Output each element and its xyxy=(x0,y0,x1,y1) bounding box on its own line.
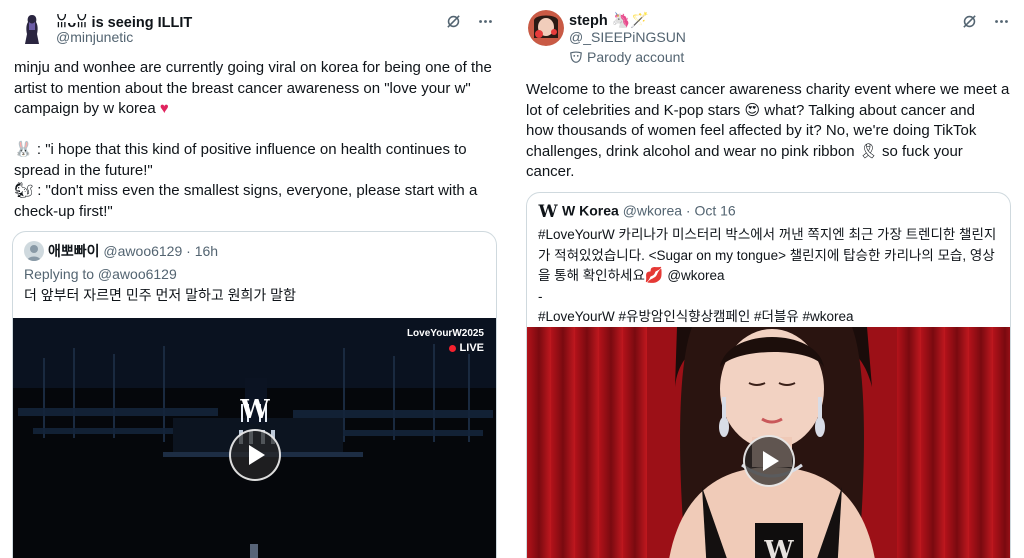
text-line: 가 적혀있었습니다. <Sugar on my tongue> 챌린지에 탑승한… xyxy=(538,247,995,263)
text-line: #LoveYourW 카리나가 미스터리 박스에서 꺼낸 쪽지엔 최근 가장 트… xyxy=(538,227,997,242)
wand-emoji: 🪄 xyxy=(630,12,650,29)
unicorn-emoji: 🦄 xyxy=(611,12,631,29)
tweet-header: steph 🦄🪄 @_SIEEPiNGSUN xyxy=(516,8,1024,52)
w-logo-icon: W xyxy=(537,201,558,222)
live-dot xyxy=(448,344,456,352)
mention-link[interactable]: @wkorea xyxy=(667,268,724,283)
tweet-header: ꈍᴗꈍ is seeing ILLIT @minjunetic xyxy=(0,8,508,52)
svg-text:W: W xyxy=(538,202,558,221)
grok-icon[interactable] xyxy=(444,12,462,30)
text-span: 을 통해 확인하세요 xyxy=(538,268,645,283)
ribbon-emoji: 🎗 xyxy=(858,142,878,160)
handle[interactable]: @minjunetic xyxy=(56,29,133,45)
parody-label: Parody account xyxy=(569,49,684,65)
svg-text:W: W xyxy=(239,395,270,425)
text-line: Welcome to the breast cancer awareness c… xyxy=(526,81,1010,98)
text-span: campaign by w korea xyxy=(14,100,156,117)
header-actions xyxy=(444,12,494,30)
text-span: so fuck your xyxy=(881,142,963,160)
display-name[interactable]: ꈍᴗꈍ is seeing ILLIT xyxy=(56,11,192,31)
play-icon xyxy=(249,445,265,465)
display-name-text: steph xyxy=(569,13,608,29)
avatar[interactable] xyxy=(14,10,50,46)
play-icon xyxy=(763,451,779,471)
text-line: lot of celebrities and K-pop stars 😍 wha… xyxy=(526,101,1009,122)
quoted-avatar xyxy=(24,241,44,262)
text-line: artist to mention about the breast cance… xyxy=(14,79,471,97)
avatar[interactable] xyxy=(528,10,564,46)
quoted-body: 더 앞부터 자르면 민주 먼저 말하고 원희가 말함 xyxy=(24,286,296,303)
play-button[interactable] xyxy=(229,429,281,481)
text-line: spread in the future!" xyxy=(14,161,153,179)
text-line: #LoveYourW #유방암인식향상캠페인 #더블유 #wkorea xyxy=(538,309,854,324)
handle[interactable]: @_SIEEPiNGSUN xyxy=(569,29,686,45)
text-line: 🐿 : "don't miss even the smallest signs,… xyxy=(14,181,492,202)
more-icon[interactable] xyxy=(992,12,1010,30)
quoted-tweet[interactable]: 애뽀빠이 @awoo6129 · 16h Replying to @awoo61… xyxy=(12,231,497,558)
text-span: lot of celebrities and K-pop stars xyxy=(526,101,741,119)
tweet-right[interactable]: steph 🦄🪄 @_SIEEPiNGSUN Parody account We… xyxy=(516,0,1024,558)
squirrel-emoji: 🐿 xyxy=(14,182,34,199)
quoted-text: #LoveYourW 카리나가 미스터리 박스에서 꺼낸 쪽지엔 최근 가장 트… xyxy=(538,225,996,328)
grok-icon[interactable] xyxy=(960,12,978,30)
text-span: what? Talking about cancer and xyxy=(764,101,975,119)
video-player[interactable]: W LoveYourW2025 LIVE xyxy=(13,318,496,558)
heart-eyes-emoji: 😍 xyxy=(744,101,761,119)
text-line: campaign by w korea ♥ xyxy=(14,99,492,120)
text-line: 을 통해 확인하세요💋 @wkorea xyxy=(538,266,996,287)
rabbit-emoji: 🐰 xyxy=(14,141,33,158)
header-actions xyxy=(960,12,1010,30)
text-line: minju and wonhee are currently going vir… xyxy=(14,59,492,76)
lips-emoji: 💋 xyxy=(644,267,664,284)
live-label: LIVE xyxy=(459,342,484,354)
text-span: challenges, drink alcohol and wear no pi… xyxy=(526,142,855,160)
svg-text:W: W xyxy=(763,536,794,558)
replying-to[interactable]: Replying to @awoo6129 xyxy=(24,264,296,285)
more-icon[interactable] xyxy=(476,12,494,30)
quoted-text: Replying to @awoo6129 더 앞부터 자르면 민주 먼저 말하… xyxy=(24,264,296,305)
divider xyxy=(508,0,516,558)
video-player[interactable]: W xyxy=(527,327,1010,558)
parody-mask-icon xyxy=(570,51,582,63)
tweet-left[interactable]: ꈍᴗꈍ is seeing ILLIT @minjunetic minju an… xyxy=(0,0,508,558)
tweet-text: minju and wonhee are currently going vir… xyxy=(14,58,492,222)
quoted-header: W W Korea @wkorea · Oct 16 xyxy=(537,201,1000,222)
heart-emoji: ♥ xyxy=(159,100,169,117)
quoted-name[interactable]: W Korea xyxy=(562,203,619,219)
parody-text: Parody account xyxy=(587,49,685,65)
play-button[interactable] xyxy=(743,435,795,487)
text-span: : "don't miss even the smallest signs, e… xyxy=(37,182,478,199)
quoted-tweet[interactable]: W W Korea @wkorea · Oct 16 #LoveYourW 카리… xyxy=(526,192,1011,558)
text-span: : "i hope that this kind of positive inf… xyxy=(36,141,467,158)
text-line: cancer. xyxy=(526,163,575,180)
text-line: check-up first!" xyxy=(14,202,113,220)
live-badge: LIVE xyxy=(448,342,484,354)
quoted-header: 애뽀빠이 @awoo6129 · 16h xyxy=(24,241,486,262)
display-name[interactable]: steph 🦄🪄 xyxy=(569,11,649,29)
quoted-meta: @awoo6129 · 16h xyxy=(103,243,219,259)
text-line: 🐰 : "i hope that this kind of positive i… xyxy=(14,140,492,161)
quoted-name[interactable]: 애뽀빠이 xyxy=(48,243,100,259)
quoted-meta: @wkorea · Oct 16 xyxy=(622,202,736,219)
tweet-text: Welcome to the breast cancer awareness c… xyxy=(526,80,1009,183)
text-line: challenges, drink alcohol and wear no pi… xyxy=(526,142,1009,163)
text-line: - xyxy=(538,288,543,304)
text-line: how thousands of women feel affected by … xyxy=(526,122,977,139)
video-tag: LoveYourW2025 xyxy=(406,328,484,339)
